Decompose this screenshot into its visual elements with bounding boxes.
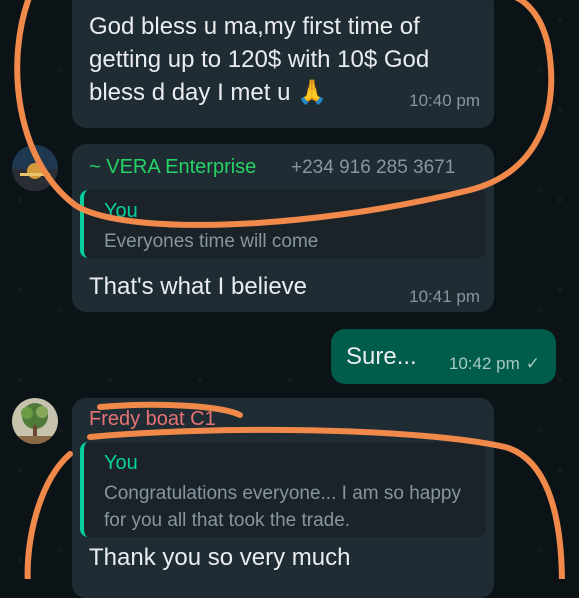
message-bubble-incoming[interactable]: ~ VERA Enterprise +234 916 285 3671 You … bbox=[72, 144, 494, 312]
sender-avatar[interactable] bbox=[12, 398, 58, 444]
sender-phone: +234 916 285 3671 bbox=[291, 157, 456, 178]
quote-text: Congratulations everyone... I am so happ… bbox=[104, 483, 461, 531]
message-text: Sure... bbox=[346, 343, 417, 370]
message-bubble-incoming[interactable]: God bless u ma,my first time of getting … bbox=[72, 0, 494, 128]
message-time: 10:41 pm bbox=[409, 287, 480, 306]
quote-author: You bbox=[104, 200, 138, 222]
message-time: 10:40 pm bbox=[409, 91, 480, 110]
quote-author: You bbox=[104, 452, 138, 474]
message-time-label: 10:42 pm bbox=[448, 354, 520, 373]
sender-avatar[interactable] bbox=[12, 145, 58, 191]
message-text: Thank you so very much bbox=[89, 544, 351, 571]
quoted-message[interactable]: You Everyones time will come bbox=[80, 190, 486, 258]
quote-text: Everyones time will come bbox=[104, 231, 319, 252]
sender-name[interactable]: Fredy boat C1 bbox=[89, 408, 216, 431]
message-bubble-incoming[interactable]: Fredy boat C1 You Congratulations everyo… bbox=[72, 398, 494, 598]
message-text: That's what I believe bbox=[89, 273, 308, 300]
sender-name[interactable]: ~ VERA Enterprise bbox=[89, 156, 256, 179]
message-time: 10:42 pm ✓ bbox=[449, 354, 540, 374]
single-check-icon: ✓ bbox=[525, 354, 540, 373]
message-bubble-outgoing[interactable]: Sure... 10:42 pm ✓ bbox=[331, 329, 556, 384]
quoted-message[interactable]: You Congratulations everyone... I am so … bbox=[80, 442, 486, 537]
